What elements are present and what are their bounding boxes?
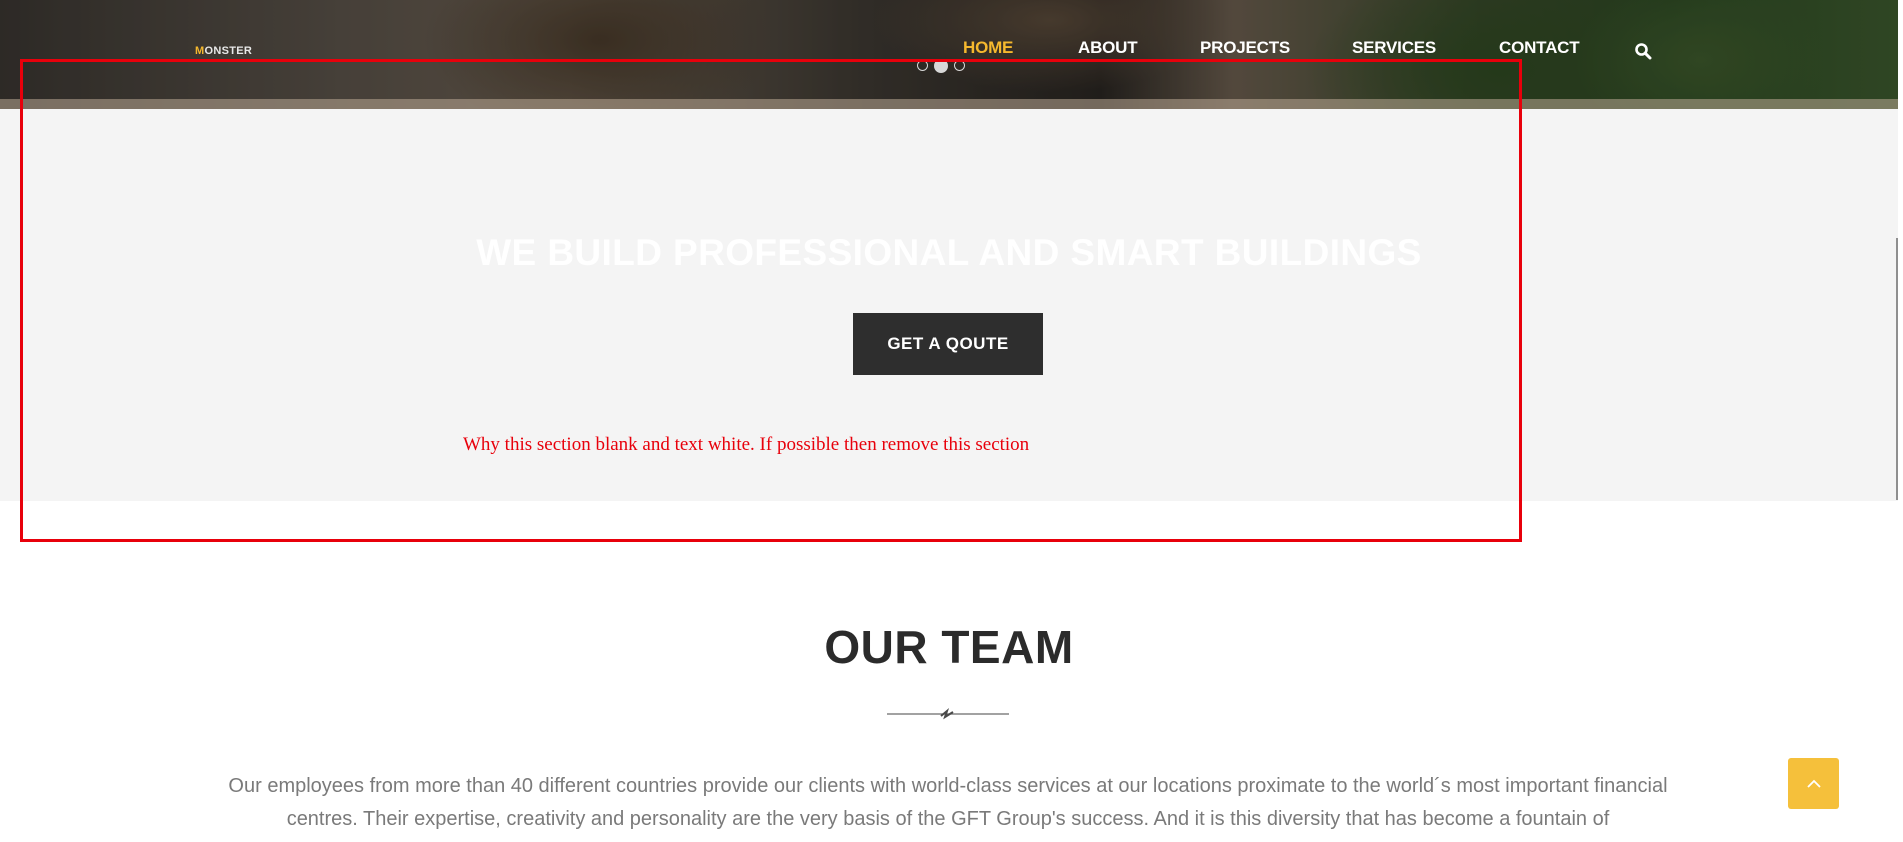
nav-services[interactable]: SERVICES (1352, 38, 1436, 58)
nav-home[interactable]: HOME (963, 38, 1013, 58)
nav-about[interactable]: ABOUT (1078, 38, 1138, 58)
back-to-top-button[interactable] (1788, 758, 1839, 809)
site-logo[interactable]: MONSTER (195, 45, 252, 57)
logo-text: ONSTER (204, 45, 253, 57)
section-title: OUR TEAM (824, 621, 1074, 673)
nav-contact[interactable]: CONTACT (1499, 38, 1580, 58)
slider-dot-active[interactable] (934, 59, 948, 73)
section-divider (887, 707, 1009, 720)
annotation-note: Why this section blank and text white. I… (463, 434, 1030, 455)
nav-projects[interactable]: PROJECTS (1200, 38, 1290, 58)
slider-dot[interactable] (954, 60, 965, 71)
hero-overlay (0, 0, 1898, 109)
hero-image-strip (0, 0, 1898, 109)
slider-dot[interactable] (917, 60, 928, 71)
slider-dots (917, 59, 965, 73)
banner-title: WE BUILD PROFESSIONAL AND SMART BUILDING… (476, 232, 1422, 273)
get-a-quote-button[interactable]: GET A QOUTE (853, 313, 1043, 375)
section-description: Our employees from more than 40 differen… (228, 775, 1668, 830)
scrollbar-thumb[interactable] (1896, 238, 1898, 500)
search-icon[interactable] (1634, 42, 1652, 60)
chevron-up-icon (1806, 779, 1821, 788)
hero-bottom-band (0, 99, 1898, 109)
